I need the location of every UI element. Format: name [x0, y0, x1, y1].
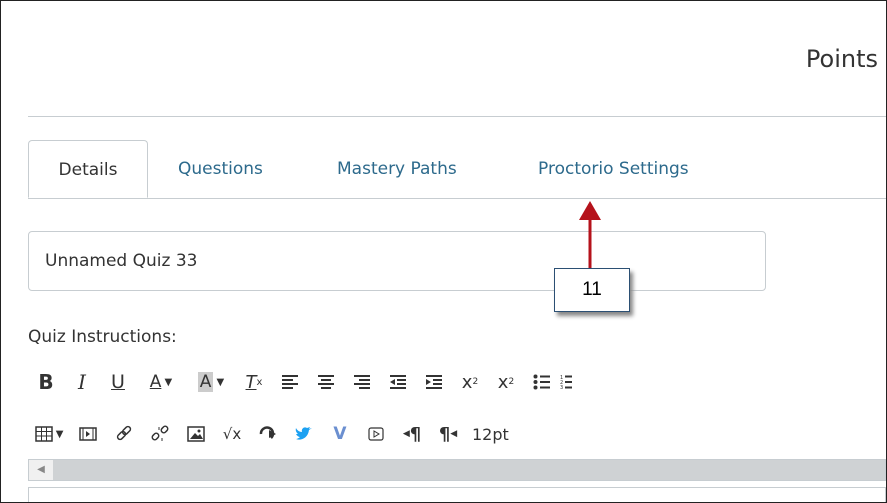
background-color-icon[interactable]: A ▼: [186, 367, 236, 397]
scroll-left-icon[interactable]: ◀: [29, 460, 53, 480]
link-icon[interactable]: [106, 419, 142, 449]
editor-body[interactable]: [28, 487, 886, 502]
bullet-list-icon[interactable]: [524, 367, 560, 397]
font-color-icon[interactable]: A ▼: [136, 367, 186, 397]
align-left-icon[interactable]: [272, 367, 308, 397]
horizontal-scrollbar[interactable]: ◀: [28, 459, 886, 481]
video-icon[interactable]: [358, 419, 394, 449]
editor-toolbar-row2: ▼ √x V ◀ ¶ ¶ ◀ 12pt: [28, 419, 514, 449]
clear-formatting-icon[interactable]: Tx: [236, 367, 272, 397]
ltr-icon[interactable]: ◀ ¶: [394, 419, 430, 449]
vimeo-icon[interactable]: V: [322, 419, 358, 449]
numbered-list-icon[interactable]: 123: [560, 367, 588, 397]
image-icon[interactable]: [178, 419, 214, 449]
unlink-icon[interactable]: [142, 419, 178, 449]
align-center-icon[interactable]: [308, 367, 344, 397]
callout-number-box: 11: [554, 268, 630, 312]
quiz-editor-frame: Points Details Questions Mastery Paths P…: [0, 0, 887, 503]
underline-icon[interactable]: U: [100, 367, 136, 397]
align-right-icon[interactable]: [344, 367, 380, 397]
indent-icon[interactable]: [416, 367, 452, 397]
equation-icon[interactable]: √x: [214, 419, 250, 449]
quiz-instructions-label: Quiz Instructions:: [28, 327, 177, 347]
rtl-icon[interactable]: ¶ ◀: [430, 419, 466, 449]
subscript-icon[interactable]: x2: [488, 367, 524, 397]
twitter-icon[interactable]: [286, 419, 322, 449]
font-size-select[interactable]: 12pt: [466, 419, 514, 449]
bold-icon[interactable]: B: [28, 367, 64, 397]
superscript-icon[interactable]: x2: [452, 367, 488, 397]
table-icon[interactable]: ▼: [28, 419, 70, 449]
media-icon[interactable]: [70, 419, 106, 449]
outdent-icon[interactable]: [380, 367, 416, 397]
embed-icon[interactable]: [250, 419, 286, 449]
italic-icon[interactable]: I: [64, 367, 100, 397]
svg-text:3: 3: [560, 385, 563, 390]
editor-toolbar-row1: B I U A ▼ A ▼ Tx x2 x2 123: [28, 367, 588, 397]
